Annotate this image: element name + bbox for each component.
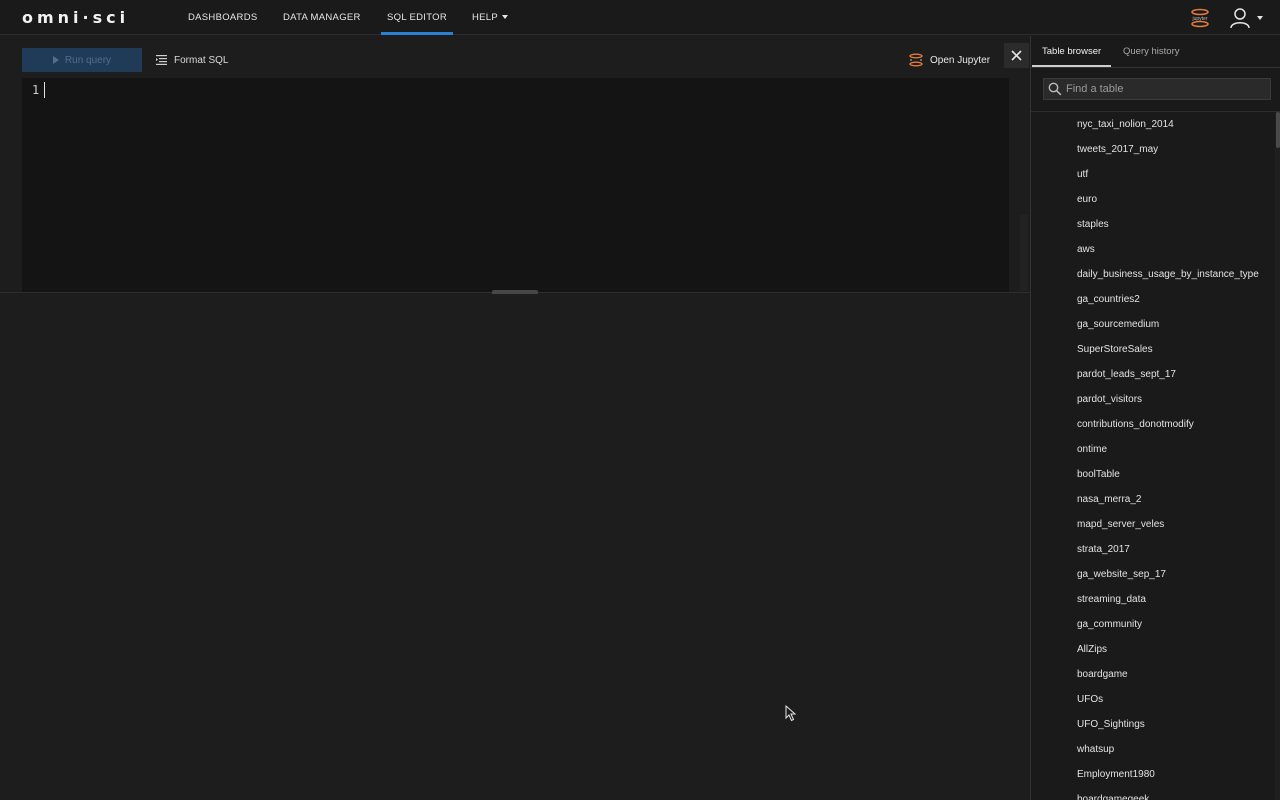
table-list: nyc_taxi_nolion_2014 tweets_2017_may utf eu…: [1031, 114, 1275, 800]
table-list-item[interactable]: pardot_visitors: [1031, 389, 1275, 414]
table-list-item[interactable]: pardot_leads_sept_17: [1031, 364, 1275, 389]
svg-text:jupyter: jupyter: [1191, 16, 1207, 22]
format-sql-button[interactable]: Format SQL: [156, 48, 228, 72]
table-list-item[interactable]: boolTable: [1031, 464, 1275, 489]
close-editor-button[interactable]: [1004, 43, 1029, 68]
format-sql-label: Format SQL: [174, 54, 229, 66]
table-list-item[interactable]: staples: [1031, 214, 1275, 239]
table-list-item[interactable]: nyc_taxi_nolion_2014: [1031, 114, 1275, 139]
search-divider: [1031, 111, 1280, 112]
table-list-item[interactable]: streaming_data: [1031, 589, 1275, 614]
editor-scrollbar[interactable]: [1020, 215, 1028, 291]
table-list-item[interactable]: ga_sourcemedium: [1031, 314, 1275, 339]
table-list-item[interactable]: AllZips: [1031, 639, 1275, 664]
format-lines-icon: [156, 55, 167, 65]
table-list-item[interactable]: utf: [1031, 164, 1275, 189]
user-menu[interactable]: [1229, 6, 1263, 30]
table-list-item[interactable]: mapd_server_veles: [1031, 514, 1275, 539]
nav-help[interactable]: HELP: [472, 0, 509, 35]
table-list-item[interactable]: Employment1980: [1031, 764, 1275, 789]
nav-data-manager[interactable]: DATA MANAGER: [283, 0, 361, 35]
table-list-item[interactable]: ga_community: [1031, 614, 1275, 639]
table-list-item[interactable]: UFO_Sightings: [1031, 714, 1275, 739]
text-cursor: [44, 82, 45, 98]
run-query-label: Run query: [64, 54, 112, 66]
table-browser-sidebar: Table browser Query history nyc_taxi_nol…: [1030, 36, 1280, 800]
table-list-item[interactable]: SuperStoreSales: [1031, 339, 1275, 364]
table-list-item[interactable]: contributions_donotmodify: [1031, 414, 1275, 439]
play-icon: [52, 56, 59, 64]
sql-editor[interactable]: 1: [22, 78, 1009, 292]
table-list-item[interactable]: ga_countries2: [1031, 289, 1275, 314]
nav-help-label: HELP: [472, 12, 499, 23]
jupyter-logo-icon[interactable]: jupyter: [1188, 6, 1212, 30]
editor-toolbar: Run query Format SQL Open Jupyter: [0, 36, 1030, 78]
close-icon: [1011, 50, 1022, 61]
table-list-item[interactable]: boardgame: [1031, 664, 1275, 689]
tab-query-history[interactable]: Query history: [1123, 36, 1180, 67]
table-list-item[interactable]: tweets_2017_may: [1031, 139, 1275, 164]
search-icon: [1048, 82, 1062, 96]
table-list-scrollbar[interactable]: [1275, 112, 1280, 800]
top-nav: omni·sci DASHBOARDS DATA MANAGER SQL EDI…: [0, 0, 1280, 35]
table-list-item[interactable]: euro: [1031, 189, 1275, 214]
table-list-item[interactable]: daily_business_usage_by_instance_type: [1031, 264, 1275, 289]
omnisci-logo[interactable]: omni·sci: [22, 8, 129, 27]
results-pane: [0, 294, 1030, 800]
table-search: [1043, 78, 1271, 100]
tab-table-browser[interactable]: Table browser: [1031, 36, 1112, 67]
table-list-item[interactable]: whatsup: [1031, 739, 1275, 764]
table-list-item[interactable]: boardgamegeek: [1031, 789, 1275, 800]
tabs-divider: [1031, 67, 1280, 68]
open-jupyter-label: Open Jupyter: [930, 54, 991, 66]
table-list-item[interactable]: nasa_merra_2: [1031, 489, 1275, 514]
scroll-thumb[interactable]: [1276, 112, 1280, 148]
table-list-item[interactable]: ga_website_sep_17: [1031, 564, 1275, 589]
user-icon: [1230, 8, 1250, 29]
jupyter-icon: [909, 53, 923, 67]
table-list-item[interactable]: ontime: [1031, 439, 1275, 464]
chevron-down-icon: [1257, 16, 1263, 20]
line-number: 1: [32, 83, 40, 97]
chevron-down-icon: [502, 15, 509, 20]
nav-sql-editor[interactable]: SQL EDITOR: [380, 0, 454, 35]
open-jupyter-button[interactable]: Open Jupyter: [908, 48, 990, 72]
table-list-item[interactable]: UFOs: [1031, 689, 1275, 714]
run-query-button[interactable]: Run query: [22, 48, 142, 72]
nav-dashboards[interactable]: DASHBOARDS: [188, 0, 258, 35]
mouse-pointer-icon: [785, 705, 797, 722]
table-search-input[interactable]: [1066, 83, 1256, 95]
table-list-item[interactable]: strata_2017: [1031, 539, 1275, 564]
table-list-item[interactable]: aws: [1031, 239, 1275, 264]
